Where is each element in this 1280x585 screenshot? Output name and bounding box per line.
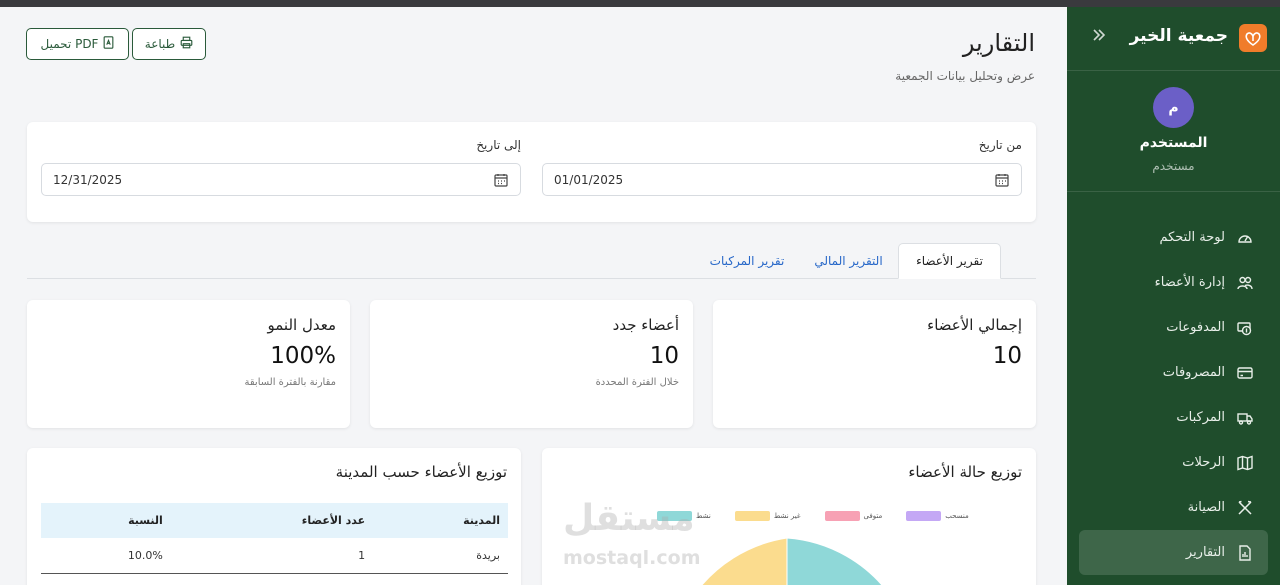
legend-label: غير نشط [773, 512, 801, 520]
pie-slice-active[interactable] [786, 537, 892, 585]
watermark-arabic: مستقل [563, 498, 695, 539]
status-pie-chart [692, 537, 892, 585]
stat-card-total-members: إجمالي الأعضاء 10 [713, 300, 1036, 428]
truck-icon [1235, 408, 1255, 428]
legend-swatch [906, 511, 942, 521]
main-content: التقارير عرض وتحليل بيانات الجمعية طباعة… [0, 7, 1067, 585]
to-date-input[interactable]: 12/31/2025 [41, 163, 521, 196]
stat-card-new-members: أعضاء جدد 10 خلال الفترة المحددة [370, 300, 693, 428]
pie-slice-inactive[interactable] [692, 537, 788, 585]
sidebar-item-trips[interactable]: الرحلات [1079, 440, 1268, 485]
brand-logo-icon [1239, 24, 1267, 52]
legend-swatch [824, 511, 860, 521]
column-header-percent: النسبة [41, 503, 171, 538]
to-date-value: 12/31/2025 [53, 172, 123, 187]
stat-title: إجمالي الأعضاء [927, 316, 1022, 334]
stat-card-growth-rate: معدل النمو 100% مقارنة بالفترة السابقة [27, 300, 350, 428]
sidebar-item-label: التقارير [1185, 545, 1225, 560]
city-table-title: توزيع الأعضاء حسب المدينة [335, 463, 507, 481]
money-icon [1235, 318, 1255, 338]
sidebar-item-expenses[interactable]: المصروفات [1079, 350, 1268, 395]
print-button[interactable]: طباعة [132, 28, 206, 60]
stat-value: 10 [992, 343, 1022, 369]
window-top-bar [0, 0, 1280, 7]
stat-note: مقارنة بالفترة السابقة [244, 377, 337, 388]
pdf-file-icon [103, 36, 114, 52]
sidebar-item-maintenance[interactable]: الصيانة [1079, 485, 1268, 530]
sidebar-item-reports[interactable]: التقارير [1079, 530, 1268, 575]
column-header-city: المدينة [373, 503, 508, 538]
sidebar: جمعية الخير م المستخدم مستخدم لوحة التحك… [1067, 7, 1280, 585]
sidebar-item-label: إدارة الأعضاء [1154, 275, 1225, 290]
avatar[interactable]: م [1153, 87, 1194, 128]
user-role: مستخدم [1152, 159, 1195, 173]
date-filter-card: من تاريخ 01/01/2025 إلى تاريخ 12/31/2025 [27, 122, 1036, 222]
legend-item[interactable]: منسحب [906, 511, 969, 521]
print-button-label: طباعة [144, 37, 176, 51]
printer-icon [180, 36, 193, 52]
report-icon [1235, 543, 1255, 563]
sidebar-item-payments[interactable]: المدفوعات [1079, 305, 1268, 350]
tab-members-report[interactable]: تقرير الأعضاء [898, 243, 1001, 279]
page-subtitle: عرض وتحليل بيانات الجمعية [895, 69, 1035, 83]
table-row: بريدة 1 10.0% [41, 538, 508, 574]
sidebar-item-vehicles[interactable]: المركبات [1079, 395, 1268, 440]
sidebar-item-dashboard[interactable]: لوحة التحكم [1079, 215, 1268, 260]
sidebar-item-label: المركبات [1176, 410, 1225, 425]
legend-label: نشط [696, 512, 711, 520]
credit-card-icon [1235, 363, 1255, 383]
sidebar-nav: لوحة التحكم إدارة الأعضاء المدفوعات المص… [1067, 192, 1280, 575]
stat-note: خلال الفترة المحددة [595, 377, 679, 388]
city-distribution-table: المدينة عدد الأعضاء النسبة بريدة 1 10.0% [41, 503, 508, 574]
to-date-label: إلى تاريخ [476, 138, 521, 152]
legend-label: متوفى [863, 512, 883, 520]
sidebar-item-label: المدفوعات [1166, 320, 1225, 335]
cell-city: بريدة [373, 538, 508, 574]
watermark-latin: mostaql.com [563, 547, 701, 569]
map-icon [1235, 453, 1255, 473]
brand-name: جمعية الخير [1129, 26, 1228, 46]
sidebar-item-members[interactable]: إدارة الأعضاء [1079, 260, 1268, 305]
user-panel: م المستخدم مستخدم [1067, 71, 1280, 192]
sidebar-item-label: المصروفات [1162, 365, 1225, 380]
from-date-value: 01/01/2025 [554, 172, 624, 187]
chart-legend: نشط غير نشط متوفى منسحب [657, 511, 969, 521]
user-name: المستخدم [1139, 135, 1208, 151]
sidebar-header: جمعية الخير [1067, 7, 1280, 71]
stat-title: أعضاء جدد [612, 316, 679, 334]
sidebar-item-label: لوحة التحكم [1159, 230, 1225, 245]
tools-icon [1235, 498, 1255, 518]
tab-vehicles-report[interactable]: تقرير المركبات [695, 243, 799, 279]
stat-value: 10 [649, 343, 679, 369]
calendar-icon[interactable] [995, 173, 1009, 190]
legend-swatch [734, 511, 770, 521]
city-distribution-card: توزيع الأعضاء حسب المدينة المدينة عدد ال… [27, 448, 521, 585]
from-date-input[interactable]: 01/01/2025 [542, 163, 1022, 196]
cell-percent: 10.0% [41, 538, 171, 574]
calendar-icon[interactable] [494, 173, 508, 190]
status-chart-title: توزيع حالة الأعضاء [908, 463, 1022, 481]
collapse-sidebar-icon[interactable] [1091, 24, 1107, 48]
stat-title: معدل النمو [267, 316, 337, 334]
stat-value: 100% [270, 343, 336, 369]
gauge-icon [1235, 228, 1255, 248]
legend-label: منسحب [945, 512, 969, 520]
cell-count: 1 [170, 538, 374, 574]
table-header-row: المدينة عدد الأعضاء النسبة [41, 503, 508, 538]
from-date-label: من تاريخ [978, 138, 1022, 152]
sidebar-item-label: الرحلات [1182, 455, 1225, 470]
tab-financial-report[interactable]: التقرير المالي [801, 243, 896, 279]
column-header-count: عدد الأعضاء [170, 503, 374, 538]
legend-item[interactable]: غير نشط [734, 511, 801, 521]
legend-item[interactable]: متوفى [824, 511, 883, 521]
pdf-download-button[interactable]: تحميل PDF [26, 28, 129, 60]
sidebar-item-label: الصيانة [1187, 500, 1225, 515]
users-icon [1235, 273, 1255, 293]
pdf-button-label: تحميل PDF [40, 37, 99, 51]
page-title: التقارير [962, 29, 1035, 57]
